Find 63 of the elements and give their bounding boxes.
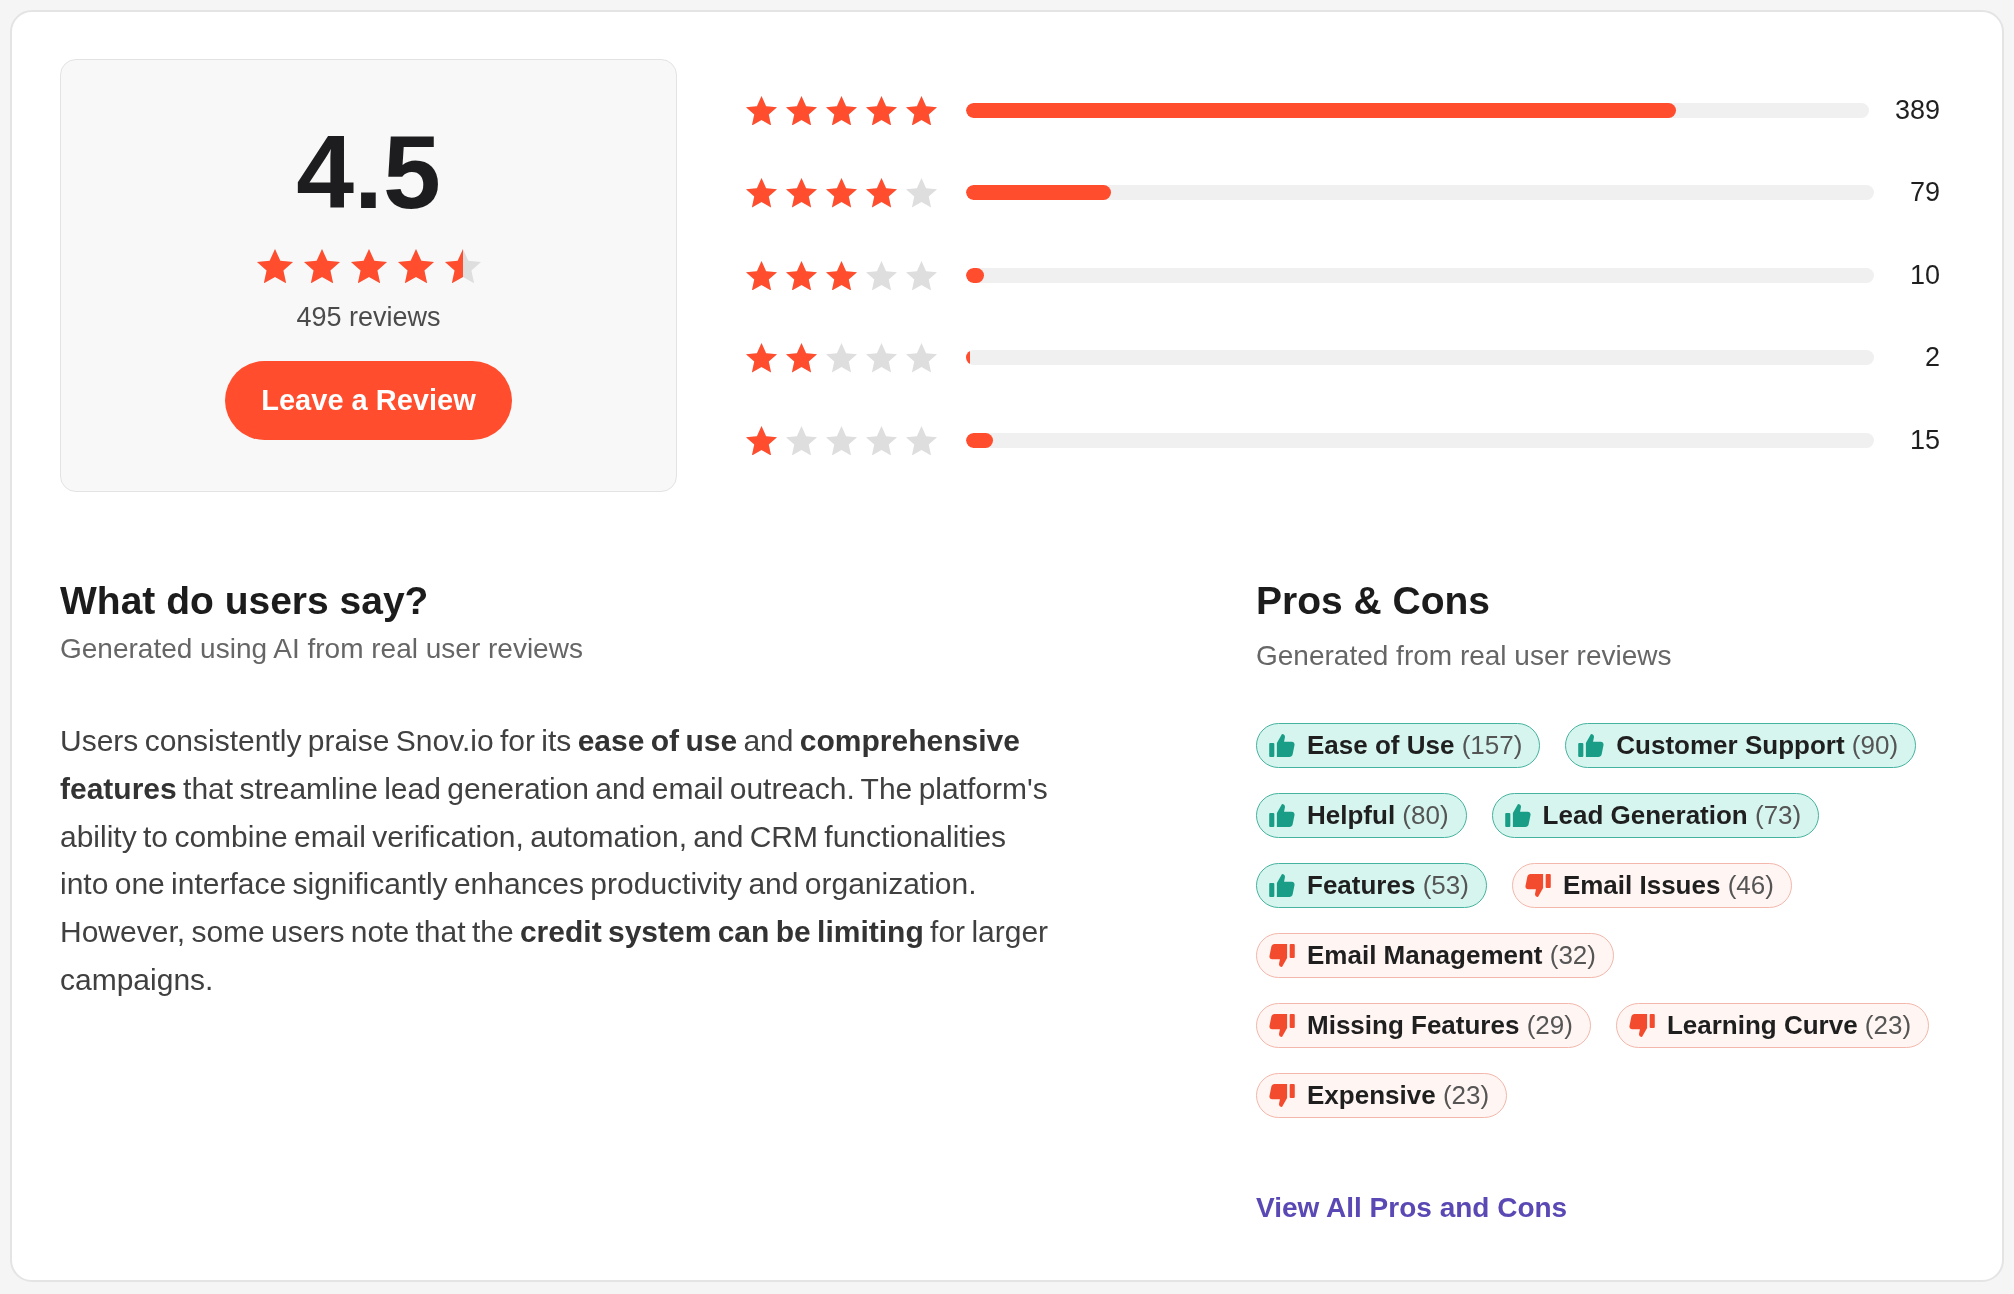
star-icon (826, 425, 857, 455)
star-icon (397, 249, 434, 284)
section-subtitle: Generated from real user reviews (1256, 640, 1672, 672)
pro-tag[interactable]: Customer Support (90) (1565, 723, 1917, 768)
summary-text: Users consistently praise Snov.io for its ease of use and comprehensive features that streamline lead generation and email outreach. The platform's ability to combine email verification, automation, and CRM functionalities into one interface significantly enhances productivity and organization. However, some users note that the credit system can be limiting for larger campaigns. (60, 723, 1050, 998)
con-tag[interactable]: Missing Features (29) (1256, 1003, 1591, 1048)
star-icon (866, 343, 897, 373)
star-icon (746, 425, 777, 455)
star-icon (906, 425, 937, 455)
section-title: What do users say? (60, 578, 429, 624)
star-icon (826, 178, 857, 208)
star-icon (786, 95, 817, 125)
thumbs-down-icon (1269, 1084, 1295, 1107)
star-icon (866, 95, 897, 125)
pro-tag[interactable]: Ease of Use (157) (1256, 723, 1541, 768)
rating-score: 4.5 (296, 120, 441, 224)
thumbs-down-icon (1628, 1014, 1655, 1037)
review-count: 10 (1908, 259, 1940, 291)
star-icon (786, 343, 817, 373)
thumbs-down-icon (1524, 874, 1551, 897)
star-icon (444, 249, 481, 284)
thumbs-up-icon (1504, 804, 1531, 827)
section-title: Pros & Cons (1256, 578, 1491, 624)
thumbs-down-icon (1269, 944, 1295, 967)
star-icon (746, 95, 777, 125)
thumbs-up-icon (1269, 734, 1295, 757)
star-icon (786, 178, 817, 208)
star-icon (866, 260, 897, 290)
con-tag[interactable]: Email Issues (46) (1511, 863, 1792, 908)
star-icon (906, 178, 937, 208)
star-icon (746, 260, 777, 290)
star-icon (256, 249, 293, 284)
star-icon (826, 95, 857, 125)
con-tag[interactable]: Expensive (23) (1256, 1073, 1508, 1118)
view-all-link[interactable]: View All Pros and Cons (1256, 1191, 1568, 1225)
thumbs-up-icon (1269, 874, 1295, 897)
star-icon (866, 178, 897, 208)
con-tag[interactable]: Learning Curve (23) (1615, 1003, 1930, 1048)
con-tag[interactable]: Email Management (32) (1256, 933, 1614, 978)
thumbs-up-icon (1578, 734, 1605, 757)
star-icon (906, 343, 937, 373)
star-icon (350, 249, 387, 284)
review-total: 495 reviews (296, 301, 441, 334)
star-icon (826, 343, 857, 373)
star-icon (906, 260, 937, 290)
pro-tag[interactable]: Features (53) (1256, 863, 1487, 908)
star-icon (866, 425, 897, 455)
star-icon (786, 425, 817, 455)
pro-tag[interactable]: Lead Generation (73) (1491, 793, 1820, 838)
star-icon (826, 260, 857, 290)
star-icon (746, 178, 777, 208)
review-count: 2 (1923, 342, 1940, 374)
review-count: 79 (1908, 177, 1940, 209)
thumbs-down-icon (1269, 1014, 1295, 1037)
review-count: 15 (1908, 424, 1940, 456)
pro-tag[interactable]: Helpful (80) (1256, 793, 1467, 838)
star-icon (303, 249, 340, 284)
section-subtitle: Generated using AI from real user reviews (60, 633, 583, 665)
thumbs-up-icon (1269, 804, 1295, 827)
star-icon (906, 95, 937, 125)
star-icon (746, 343, 777, 373)
star-icon (786, 260, 817, 290)
review-count: 389 (1894, 94, 1940, 126)
